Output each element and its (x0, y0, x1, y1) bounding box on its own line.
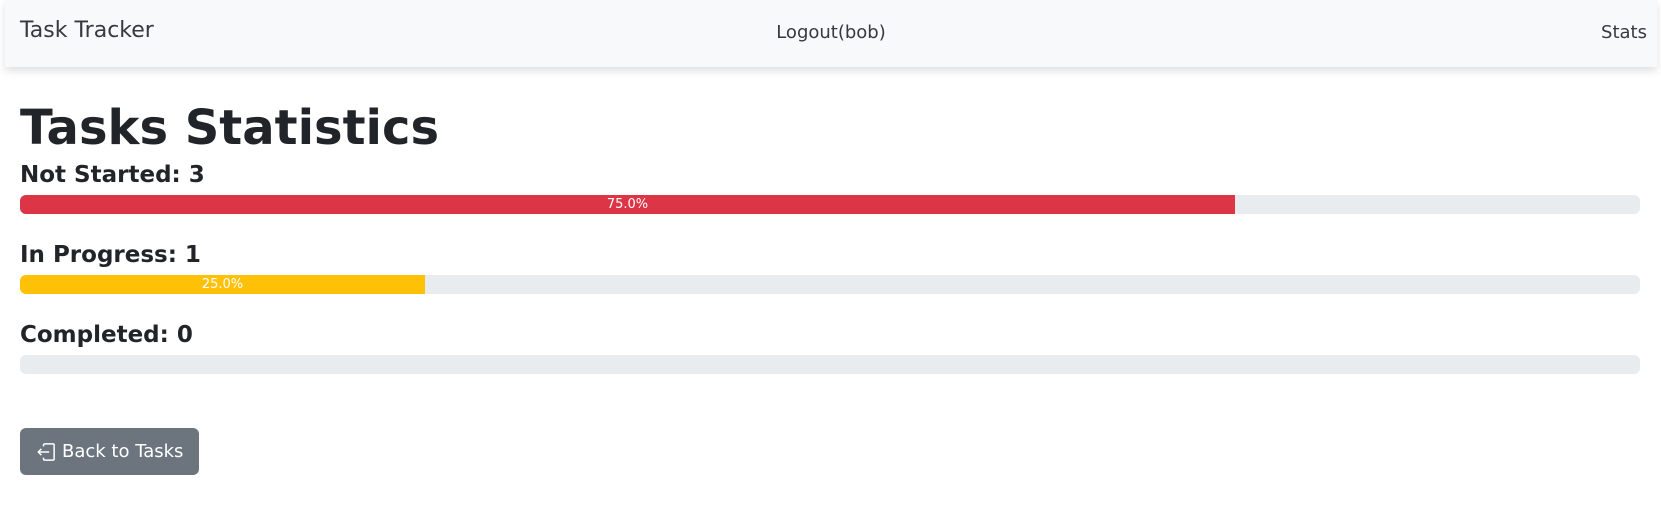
stat-label-completed: Completed: 0 (20, 322, 193, 348)
progress-track-not-started: 75.0% (20, 195, 1640, 214)
page-title: Tasks Statistics (20, 100, 440, 156)
progress-track-in-progress: 25.0% (20, 275, 1640, 294)
back-to-tasks-button[interactable]: Back to Tasks (20, 428, 200, 475)
stat-not-started: Not Started: 3 75.0% (20, 160, 1640, 240)
progress-bar-not-started: 75.0% (20, 195, 1235, 214)
stat-label-not-started: Not Started: 3 (20, 162, 205, 188)
stat-label-in-progress: In Progress: 1 (20, 242, 201, 268)
main-content: Tasks Statistics Not Started: 3 75.0% In… (20, 100, 1640, 400)
stat-completed: Completed: 0 (20, 320, 1640, 400)
progress-track-completed (20, 355, 1640, 374)
stats-link[interactable]: Stats (1601, 22, 1647, 43)
navbar: Task Tracker Logout(bob) Stats (5, 0, 1657, 67)
progress-bar-in-progress: 25.0% (20, 275, 425, 294)
box-arrow-in-left-icon (36, 442, 56, 462)
back-button-label: Back to Tasks (62, 441, 184, 462)
logout-link[interactable]: Logout(bob) (5, 22, 1657, 43)
stat-in-progress: In Progress: 1 25.0% (20, 240, 1640, 320)
